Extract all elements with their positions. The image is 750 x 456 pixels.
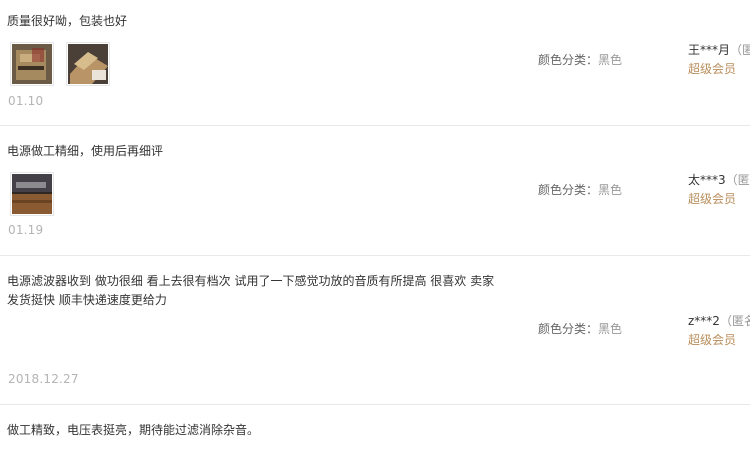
package-photo-icon [12,44,52,84]
review-item: 做工精致，电压表挺亮，期待能过滤消除杂音。 [0,405,750,456]
review-text: 质量很好呦，包装也好 [7,14,128,28]
reviewer-name: 王***月（匿 [688,41,750,60]
anonymous-tag: （匿 [730,43,750,57]
reviewer-name: z***2（匿名 [688,312,750,331]
member-level-badge: 超级会员 [688,333,737,347]
review-photo-thumbnail[interactable] [66,42,110,86]
review-date: 01.10 [8,94,44,108]
anonymous-tag: （匿 [725,173,750,187]
attribute-value: 黑色 [598,322,623,336]
member-level-badge: 超级会员 [688,62,737,76]
review-list: 质量很好呦，包装也好 01.10 颜色分类：黑色 王***月（匿 超级会员 电源… [0,0,750,456]
review-text: 电源做工精细，使用后再细评 [7,144,164,158]
reviewer-info: 王***月（匿 超级会员 [688,41,750,79]
reviewer-info: 太***3（匿 超级会员 [688,171,750,209]
reviewer-info: z***2（匿名 超级会员 [688,312,750,350]
reviewer-name: 太***3（匿 [688,173,750,187]
product-photo-icon [12,174,52,214]
review-text-line: 电源滤波器收到 做功很细 看上去很有档次 试用了一下感觉功放的音质有所提高 很喜… [7,274,495,288]
review-date: 2018.12.27 [8,372,79,386]
review-text-line: 发货挺快 顺丰快递速度更给力 [7,293,167,307]
review-item: 质量很好呦，包装也好 01.10 颜色分类：黑色 王***月（匿 超级会员 [0,0,750,126]
review-date: 01.19 [8,223,44,237]
review-text: 电源滤波器收到 做功很细 看上去很有档次 试用了一下感觉功放的音质有所提高 很喜… [7,272,502,310]
product-attribute: 颜色分类：黑色 [538,181,622,198]
review-text: 做工精致，电压表挺亮，期待能过滤消除杂音。 [7,423,260,437]
attribute-value: 黑色 [598,183,623,197]
member-level-badge: 超级会员 [688,192,737,206]
attribute-label: 颜色分类： [538,183,599,197]
attribute-label: 颜色分类： [538,53,599,67]
review-item: 电源滤波器收到 做功很细 看上去很有档次 试用了一下感觉功放的音质有所提高 很喜… [0,256,750,405]
attribute-value: 黑色 [598,53,623,67]
review-item: 电源做工精细，使用后再细评 01.19 颜色分类：黑色 太***3（匿 超级会员 [0,126,750,256]
attribute-label: 颜色分类： [538,322,599,336]
anonymous-tag: （匿名 [719,314,750,328]
review-photo-thumbnail[interactable] [10,42,54,86]
product-attribute: 颜色分类：黑色 [538,51,622,68]
review-photo-thumbnail[interactable] [10,172,54,216]
package-photo-icon [68,44,108,84]
product-attribute: 颜色分类：黑色 [538,320,622,337]
